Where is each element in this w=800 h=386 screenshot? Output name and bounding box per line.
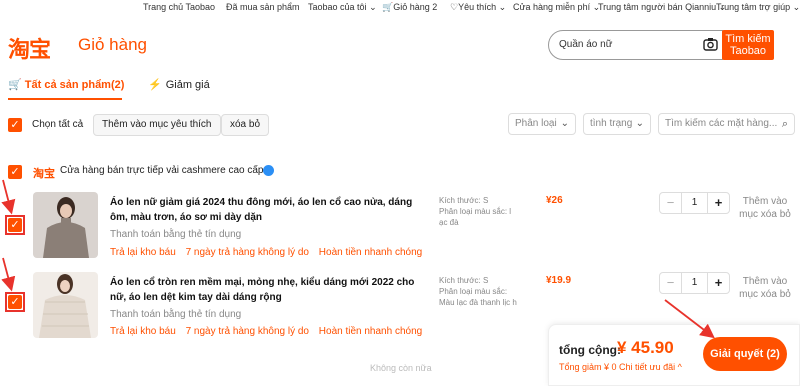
nav-help-label: Trung tâm trợ giúp bbox=[716, 2, 791, 12]
item-search-field[interactable]: Tìm kiếm các mặt hàng... ⌕ bbox=[658, 113, 795, 135]
service-tags: Trả lại kho báu 7 ngày trả hàng không lý… bbox=[110, 247, 429, 258]
tab-discount[interactable]: ⚡ Giảm giá bbox=[148, 78, 210, 91]
payment-method: Thanh toán bằng thẻ tín dụng bbox=[110, 229, 242, 240]
total-label: tổng cộng: bbox=[559, 343, 621, 357]
search-button[interactable]: Tìm kiếm Taobao bbox=[722, 30, 774, 60]
top-nav: Trang chủ Taobao Đã mua sản phẩm Taobao … bbox=[0, 0, 800, 14]
diamond-badge-icon bbox=[263, 165, 274, 176]
product-image[interactable] bbox=[33, 192, 98, 258]
payment-method: Thanh toán bằng thẻ tín dụng bbox=[110, 309, 242, 320]
nav-cart-label: Giỏ hàng 2 bbox=[393, 2, 438, 12]
tag-7-day-return[interactable]: 7 ngày trả hàng không lý do bbox=[186, 247, 309, 258]
nav-seller-center[interactable]: Trung tâm người bán Qianniu ⌄ bbox=[598, 2, 726, 13]
quantity-value[interactable]: 1 bbox=[681, 273, 708, 293]
discount-details[interactable]: Tổng giảm ¥ 0 Chi tiết ưu đãi ^ bbox=[559, 362, 682, 372]
item-checkbox[interactable]: ✓ bbox=[8, 295, 22, 309]
plus-icon[interactable]: + bbox=[708, 273, 729, 293]
status-filter-label: tình trạng bbox=[590, 118, 633, 129]
quantity-stepper: − 1 + bbox=[659, 192, 730, 214]
heart-icon: ♡ bbox=[450, 2, 459, 12]
product-price: ¥26 bbox=[546, 195, 563, 206]
tag-fast-refund[interactable]: Hoàn tiền nhanh chóng bbox=[319, 247, 422, 258]
minus-icon[interactable]: − bbox=[660, 273, 681, 293]
chevron-down-icon: ⌄ bbox=[635, 118, 644, 129]
item-actions[interactable]: Thêm vào mục xóa bỏ bbox=[735, 195, 795, 221]
item-checkbox[interactable]: ✓ bbox=[8, 218, 22, 232]
quantity-stepper: − 1 + bbox=[659, 272, 730, 294]
checkout-button[interactable]: Giải quyết (2) bbox=[703, 337, 787, 371]
quantity-value[interactable]: 1 bbox=[681, 193, 708, 213]
select-all-checkbox[interactable]: ✓ bbox=[8, 118, 22, 132]
item-search-placeholder: Tìm kiếm các mặt hàng... bbox=[665, 118, 778, 129]
nav-help[interactable]: Trung tâm trợ giúp ⌄ bbox=[716, 2, 800, 13]
tag-return-treasure[interactable]: Trả lại kho báu bbox=[110, 326, 176, 337]
nav-free-store[interactable]: Cửa hàng miễn phí ⌄ bbox=[513, 2, 600, 13]
minus-icon[interactable]: − bbox=[660, 193, 681, 213]
camera-icon[interactable] bbox=[703, 37, 718, 51]
search-box bbox=[548, 30, 723, 60]
service-tags: Trả lại kho báu 7 ngày trả hàng không lý… bbox=[110, 326, 429, 337]
nav-home[interactable]: Trang chủ Taobao bbox=[143, 2, 215, 12]
tag-return-treasure[interactable]: Trả lại kho báu bbox=[110, 247, 176, 258]
nav-free-store-label: Cửa hàng miễn phí bbox=[513, 2, 591, 12]
plus-icon[interactable]: + bbox=[708, 193, 729, 213]
chevron-down-icon: ⌄ bbox=[792, 2, 800, 12]
tab-all-products[interactable]: 🛒 Tất cả sản phẩm(2) bbox=[8, 78, 124, 91]
nav-seller-label: Trung tâm người bán Qianniu bbox=[598, 2, 717, 12]
product-sku[interactable]: Kích thước: S Phân loại màu sắc: Màu lạc… bbox=[439, 275, 519, 308]
category-filter-label: Phân loại bbox=[515, 118, 557, 129]
product-title[interactable]: Áo len nữ giảm giá 2024 thu đông mới, áo… bbox=[110, 195, 425, 225]
category-filter[interactable]: Phân loại ⌄ bbox=[508, 113, 576, 135]
search-input[interactable] bbox=[559, 39, 689, 50]
store-taobao-logo: 淘宝 bbox=[33, 168, 55, 180]
delete-button[interactable]: xóa bỏ bbox=[221, 114, 270, 136]
product-title[interactable]: Áo len cổ tròn ren mềm mại, mỏng nhẹ, ki… bbox=[110, 275, 425, 305]
no-more-items-note: Không còn nữa bbox=[370, 363, 432, 373]
tab-all-products-label: Tất cả sản phẩm(2) bbox=[24, 79, 125, 91]
nav-my-taobao-label: Taobao của tôi bbox=[308, 2, 367, 12]
select-all-label: Chọn tất cả bbox=[32, 119, 84, 130]
product-image[interactable] bbox=[33, 272, 98, 338]
product-sku[interactable]: Kích thước: S Phân loại màu sắc: l ạc đà bbox=[439, 195, 519, 228]
nav-my-taobao[interactable]: Taobao của tôi ⌄ bbox=[308, 2, 377, 13]
store-checkbox[interactable]: ✓ bbox=[8, 165, 22, 179]
add-favorite-button[interactable]: Thêm vào mục yêu thích bbox=[93, 114, 221, 136]
total-amount: ¥ 45.90 bbox=[617, 338, 674, 357]
status-filter[interactable]: tình trạng ⌄ bbox=[583, 113, 651, 135]
nav-cart[interactable]: 🛒Giỏ hàng 2 bbox=[382, 2, 437, 13]
page-title: Giỏ hàng bbox=[78, 35, 147, 54]
tag-7-day-return[interactable]: 7 ngày trả hàng không lý do bbox=[186, 326, 309, 337]
chevron-down-icon: ⌄ bbox=[560, 118, 569, 129]
nav-purchased[interactable]: Đã mua sản phẩm bbox=[226, 2, 300, 12]
nav-favorites-label: Yêu thích bbox=[458, 2, 497, 12]
product-price: ¥19.9 bbox=[546, 275, 572, 286]
lightning-icon: ⚡ bbox=[148, 79, 162, 91]
nav-favorites[interactable]: ♡Yêu thích ⌄ bbox=[450, 2, 506, 13]
item-actions[interactable]: Thêm vào mục xóa bỏ bbox=[735, 275, 795, 301]
tab-discount-label: Giảm giá bbox=[165, 79, 210, 91]
cart-icon: 🛒 bbox=[8, 79, 22, 91]
chevron-down-icon: ⌄ bbox=[498, 2, 507, 12]
active-tab-indicator bbox=[8, 98, 122, 100]
tag-fast-refund[interactable]: Hoàn tiền nhanh chóng bbox=[319, 326, 422, 337]
taobao-logo[interactable]: 淘宝 bbox=[8, 32, 51, 64]
chevron-down-icon: ⌄ bbox=[369, 2, 377, 12]
store-name[interactable]: Cửa hàng bán trực tiếp vải cashmere cao … bbox=[60, 165, 264, 176]
cart-icon: 🛒 bbox=[382, 2, 394, 12]
search-icon: ⌕ bbox=[781, 118, 788, 130]
